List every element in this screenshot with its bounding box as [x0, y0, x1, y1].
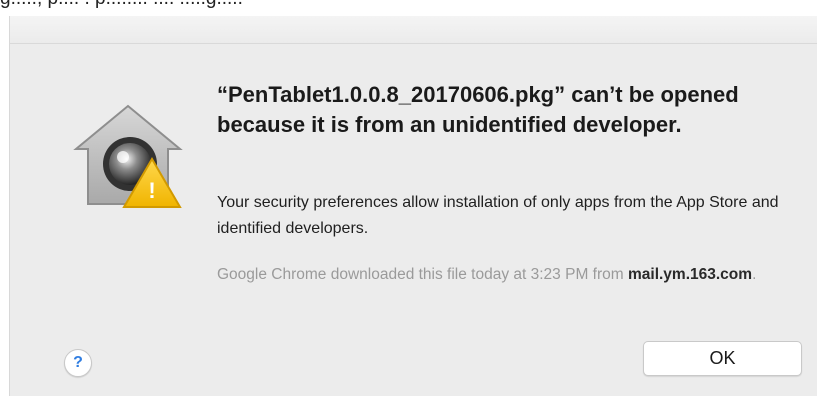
- help-button[interactable]: ?: [64, 349, 92, 377]
- gatekeeper-warning-icon: !: [68, 101, 188, 211]
- download-source-domain: mail.ym.163.com: [627, 266, 753, 283]
- screenshot-stage: g....., p.... . p........ .... .....g...…: [0, 0, 817, 396]
- security-warning-dialog: ! “PenTablet1.0.0.8_20170606.pkg” can’t …: [9, 16, 817, 396]
- cropped-caption-text: g....., p.... . p........ .... .....g...…: [0, 0, 817, 8]
- download-source-suffix: .: [752, 266, 757, 283]
- svg-text:!: !: [148, 178, 155, 203]
- dialog-message: Your security preferences allow installa…: [217, 194, 779, 237]
- dialog-title: “PenTablet1.0.0.8_20170606.pkg” can’t be…: [217, 82, 739, 137]
- ok-button[interactable]: OK: [643, 341, 802, 376]
- download-source-message: Google Chrome downloaded this file today…: [217, 262, 797, 288]
- dialog-titlebar: [10, 16, 817, 44]
- download-source-prefix: Google Chrome downloaded this file today…: [217, 266, 628, 283]
